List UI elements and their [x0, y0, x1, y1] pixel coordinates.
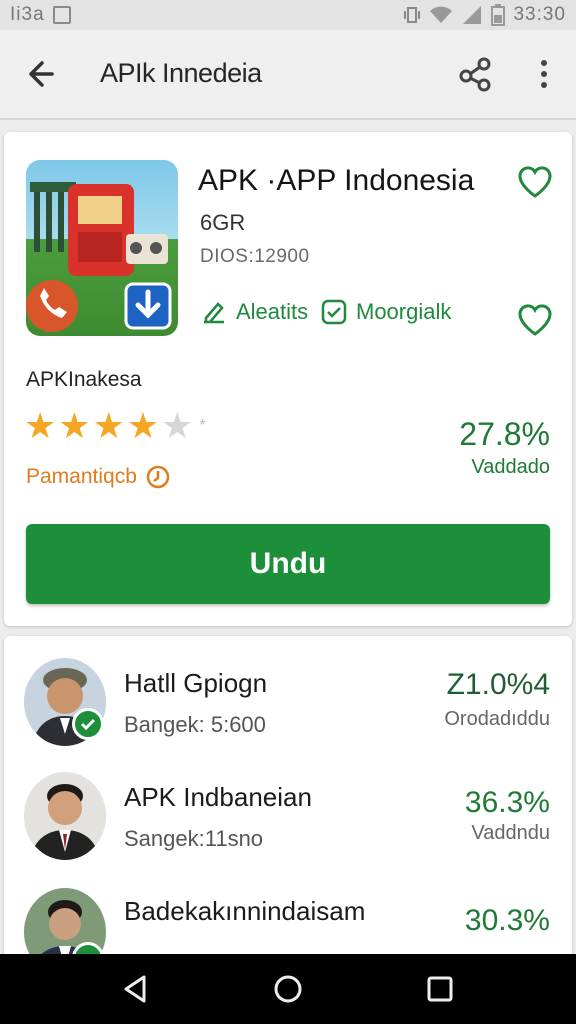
rating-value: 27.8% — [459, 416, 550, 452]
star-icon: ★ — [58, 405, 91, 446]
heart-icon-secondary[interactable] — [516, 302, 554, 338]
clock-icon — [146, 465, 170, 489]
list-item-name: Hatll Gpiogn — [124, 668, 268, 698]
star-extra: * — [199, 417, 206, 434]
edit-icon — [204, 302, 224, 324]
list-item-label: Vaddndu — [471, 822, 550, 844]
verified-badge-icon — [72, 708, 104, 740]
star-icon: ★ — [126, 405, 160, 446]
check-box-icon — [321, 299, 347, 325]
list-item-name: Badekakınnindaisam — [124, 896, 366, 926]
related-list-card: Hatll Gpiogn Bangek: 5:600 Z1.0%4 Orodad… — [4, 636, 572, 966]
search-title[interactable]: APIk Innedeia — [100, 58, 262, 89]
badge-line: Pamantiqcb — [26, 464, 171, 490]
status-left-text: Ii3a — [10, 4, 45, 25]
list-item-sub: Bangek: 5:600 — [124, 712, 266, 737]
battery-icon — [491, 4, 506, 26]
screen: Ii3a 33:30 APIk Innedeia APK ·APP Indone… — [0, 0, 576, 1024]
avatar — [24, 772, 106, 860]
back-arrow-icon[interactable] — [22, 54, 62, 94]
tag-right[interactable]: Moorgialk — [320, 298, 451, 326]
list-item-value: 36.3% — [464, 786, 550, 819]
nav-home-icon[interactable] — [270, 971, 306, 1007]
star-icon: ★ — [24, 405, 57, 446]
star-icon: ★ — [92, 405, 125, 446]
notification-icon — [52, 6, 71, 24]
app-detail-card: APK ·APP Indonesia 6GR DIOS:12900 Aleati… — [4, 132, 572, 626]
app-icon — [26, 160, 178, 336]
status-time: 33:30 — [513, 4, 566, 25]
more-options-icon[interactable] — [530, 54, 558, 94]
nav-recents-icon[interactable] — [422, 971, 458, 1007]
list-item-label: Orodadıddu — [444, 708, 550, 730]
list-item[interactable]: APK Indbaneian Sangek:11sno 36.3% Vaddnd… — [4, 766, 572, 882]
badge-text: Pamantiqcb — [26, 465, 137, 488]
list-item-value: 30.3% — [464, 904, 550, 937]
signal-icon — [463, 6, 482, 24]
vibrate-icon — [404, 7, 421, 23]
app-size: 6GR — [200, 210, 246, 235]
list-item[interactable]: Hatll Gpiogn Bangek: 5:600 Z1.0%4 Orodad… — [4, 652, 572, 768]
status-bar: Ii3a 33:30 — [0, 0, 576, 30]
rating-label: Vaddado — [471, 456, 550, 478]
wifi-icon — [430, 6, 453, 23]
star-empty-icon: ★ — [161, 405, 194, 446]
share-icon[interactable] — [456, 54, 496, 94]
app-title: APK ·APP Indonesia — [198, 164, 475, 197]
navigation-bar — [0, 954, 576, 1024]
install-button[interactable]: Undu — [26, 524, 550, 604]
tag-right-label: Moorgialk — [356, 299, 452, 324]
app-downloads: DIOS:12900 — [200, 246, 310, 267]
developer-name[interactable]: APKInakesa — [26, 368, 142, 392]
list-item-sub: Sangek:11sno — [124, 826, 264, 851]
list-item-value: Z1.0%4 — [446, 668, 550, 701]
app-bar: APIk Innedeia — [0, 30, 576, 120]
nav-back-icon[interactable] — [118, 971, 154, 1007]
star-rating: ★ ★ ★ ★ ★ * — [24, 408, 206, 444]
heart-icon[interactable] — [516, 164, 554, 200]
tag-left-label: Aleatits — [236, 299, 309, 324]
list-item-name: APK Indbaneian — [124, 782, 312, 812]
tag-left[interactable]: Aleatits — [200, 298, 308, 326]
